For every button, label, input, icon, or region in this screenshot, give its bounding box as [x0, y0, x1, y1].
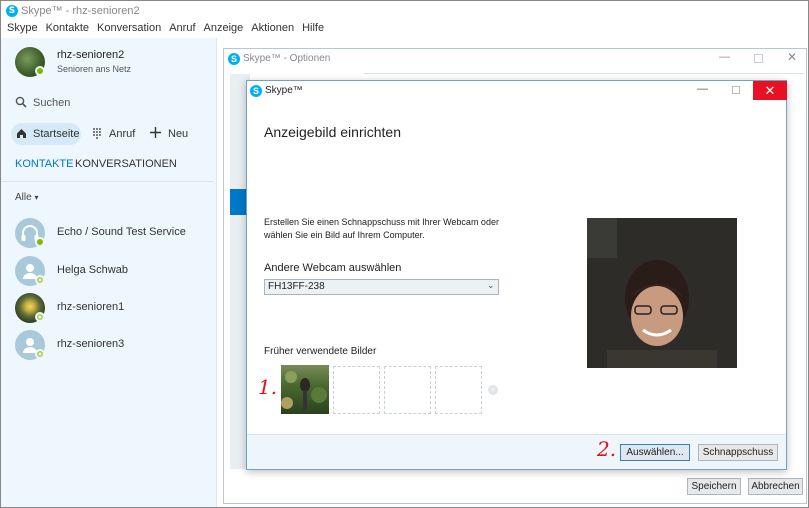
dialog-description-2: wählen Sie ein Bild auf Ihrem Computer.	[264, 230, 425, 240]
contact-name: rhz-senioren3	[57, 338, 125, 350]
dialog-footer: Auswählen... Schnappschuss	[247, 434, 786, 469]
contact-item-helga[interactable]: Helga Schwab	[1, 254, 217, 288]
filter-label: Alle	[15, 192, 32, 203]
home-label: Startseite	[33, 128, 80, 140]
profile-name[interactable]: rhz-senioren2	[57, 49, 124, 61]
options-title: Skype™ - Optionen	[243, 53, 331, 64]
dialpad-icon	[92, 127, 102, 139]
contact-name: rhz-senioren1	[57, 301, 125, 313]
menu-hilfe[interactable]: Hilfe	[302, 20, 324, 38]
close-icon: ✕	[764, 83, 776, 98]
tabs-divider	[1, 181, 213, 182]
window-title: Skype™ - rhz-senioren2	[21, 5, 140, 17]
search-input[interactable]: Suchen	[33, 97, 70, 109]
maximize-icon[interactable]	[754, 54, 763, 63]
previous-images-label: Früher verwendete Bilder	[264, 346, 377, 357]
save-button[interactable]: Speichern	[687, 478, 741, 495]
offline-status-icon	[35, 349, 45, 359]
menu-anzeige[interactable]: Anzeige	[204, 20, 244, 38]
tab-conversations[interactable]: KONVERSATIONEN	[75, 158, 177, 170]
annotation-two: 2.	[597, 437, 617, 461]
menu-konversation[interactable]: Konversation	[97, 20, 161, 38]
profile-picture-dialog: S Skype™ — ✕ Anzeigebild einrichten Erst…	[246, 80, 787, 470]
tab-contacts[interactable]: KONTAKTE	[15, 158, 73, 170]
new-button[interactable]: Neu	[168, 128, 188, 140]
filter-dropdown[interactable]: Alle ▾	[15, 192, 38, 203]
minimize-icon[interactable]: —	[719, 51, 730, 63]
menu-kontakte[interactable]: Kontakte	[46, 20, 89, 38]
contact-name: Echo / Sound Test Service	[57, 226, 186, 238]
webcam-value: FH13FF-238	[268, 281, 325, 292]
maximize-icon[interactable]	[732, 86, 740, 94]
offline-status-icon	[35, 275, 45, 285]
dialog-title: Skype™	[265, 85, 303, 96]
empty-thumb-slot[interactable]	[384, 366, 431, 414]
options-titlebar[interactable]: S Skype™ - Optionen — ✕	[224, 49, 806, 69]
contact-name: Helga Schwab	[57, 264, 128, 276]
skype-main-window: S Skype™ - rhz-senioren2 Skype Kontakte …	[0, 0, 809, 508]
contact-item-senioren3[interactable]: rhz-senioren3	[1, 328, 217, 362]
contact-item-echo[interactable]: Echo / Sound Test Service	[1, 216, 217, 250]
online-status-icon	[35, 237, 45, 247]
plus-icon	[150, 127, 161, 138]
profile-mood[interactable]: Senioren ans Netz	[57, 64, 131, 74]
annotation-one: 1.	[258, 375, 278, 399]
search-icon	[15, 96, 27, 108]
sidebar: rhz-senioren2 Senioren ans Netz Suchen S…	[1, 38, 217, 507]
empty-thumb-slot[interactable]	[435, 366, 482, 414]
cancel-button[interactable]: Abbrechen	[748, 478, 803, 495]
snapshot-button[interactable]: Schnappschuss	[698, 444, 778, 461]
menu-bar: Skype Kontakte Konversation Anruf Anzeig…	[1, 20, 808, 38]
online-status-icon	[35, 66, 45, 76]
chevron-down-icon: ▾	[34, 193, 39, 202]
dialog-heading: Anzeigebild einrichten	[264, 124, 401, 140]
menu-skype[interactable]: Skype	[7, 20, 38, 38]
skype-logo-icon: S	[6, 5, 18, 17]
contact-item-senioren1[interactable]: rhz-senioren1	[1, 291, 217, 325]
dialog-titlebar[interactable]: S Skype™ — ✕	[247, 81, 787, 101]
dialog-description-1: Erstellen Sie einen Schnappschuss mit Ih…	[264, 217, 499, 227]
call-button[interactable]: Anruf	[109, 128, 135, 140]
empty-thumb-slot[interactable]	[333, 366, 380, 414]
chevron-down-icon: ⌄	[487, 280, 495, 290]
close-icon[interactable]: ✕	[787, 50, 797, 64]
close-button[interactable]: ✕	[753, 81, 787, 100]
main-titlebar[interactable]: S Skype™ - rhz-senioren2	[1, 1, 808, 21]
skype-logo-icon: S	[228, 53, 240, 65]
skype-logo-icon: S	[250, 85, 262, 97]
minimize-icon[interactable]: —	[697, 83, 708, 95]
menu-anruf[interactable]: Anruf	[169, 20, 195, 38]
menu-aktionen[interactable]: Aktionen	[251, 20, 294, 38]
add-image-icon[interactable]: +	[488, 385, 498, 395]
previous-image-thumb[interactable]	[281, 365, 329, 414]
webcam-label: Andere Webcam auswählen	[264, 262, 402, 274]
home-icon	[16, 128, 27, 139]
options-divider	[364, 73, 804, 74]
offline-status-icon	[35, 312, 45, 322]
choose-button[interactable]: Auswählen...	[620, 444, 690, 461]
webcam-preview	[587, 218, 737, 368]
webcam-select[interactable]: FH13FF-238 ⌄	[264, 279, 499, 295]
